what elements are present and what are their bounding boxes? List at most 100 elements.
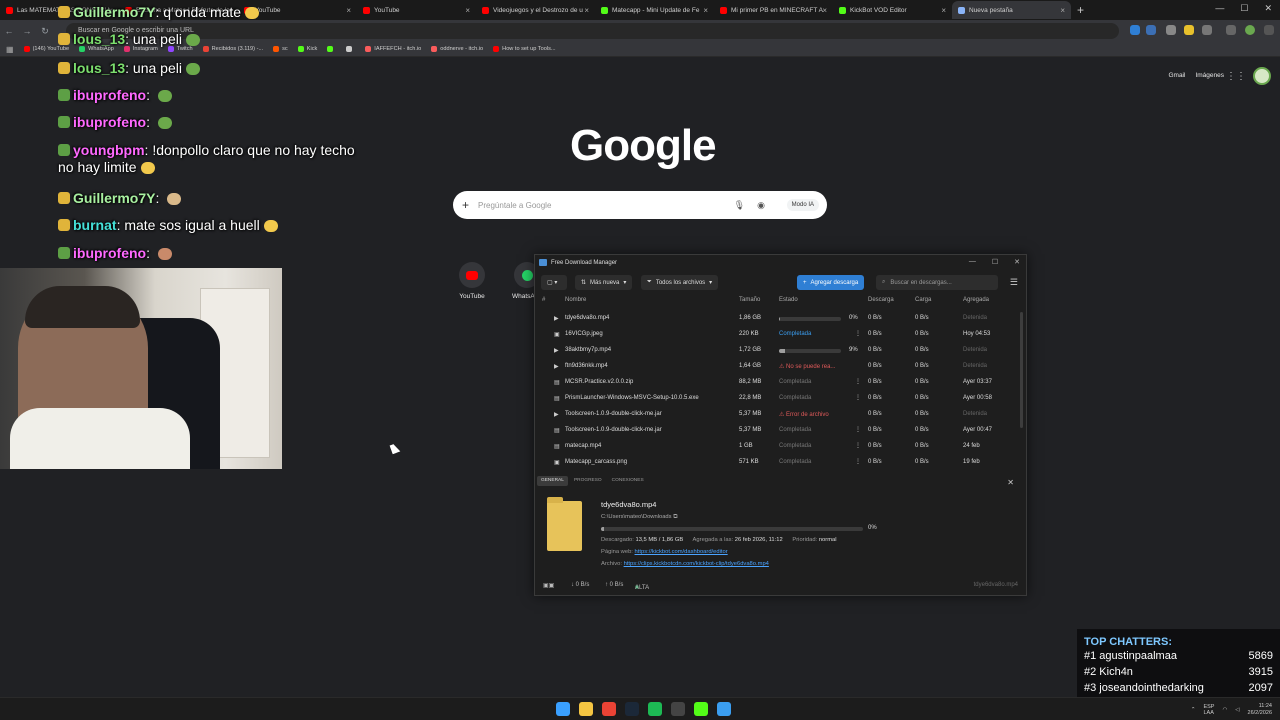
windows-icon[interactable] [556, 702, 570, 716]
download-row[interactable]: ▤ PrismLauncher-Windows-MSVC-Setup-10.0.5… [535, 391, 1026, 407]
speed-limit-icon[interactable]: ▣▣ [543, 582, 554, 589]
col-status[interactable]: Estado [779, 297, 798, 303]
wifi-icon[interactable]: ◠ [1222, 707, 1227, 713]
kick-icon[interactable] [694, 702, 708, 716]
ai-mode-button[interactable]: Modo IA [786, 199, 819, 211]
forward-icon[interactable]: → [18, 26, 36, 36]
detail-path[interactable]: C:\Users\mateo\Downloads ⧉ [601, 514, 677, 521]
minimize-icon[interactable]: — [1215, 3, 1224, 14]
close-icon[interactable]: ✕ [1264, 3, 1272, 14]
back-icon[interactable]: ← [0, 26, 18, 36]
extension-icon[interactable] [1130, 25, 1140, 35]
folder-icon[interactable] [547, 497, 582, 551]
close-icon[interactable]: ✕ [1014, 258, 1020, 266]
file-link[interactable]: https://clips.kickbotcdn.com/kickbot-cli… [624, 561, 769, 567]
browser-tab[interactable]: Nueva pestaña × [952, 1, 1071, 19]
lens-icon[interactable]: ◉ [757, 200, 765, 211]
clock[interactable]: 11:24 26/2/2026 [1248, 703, 1272, 717]
add-download-button[interactable]: + Agregar descarga [797, 275, 865, 290]
fdm-icon[interactable] [717, 702, 731, 716]
menu-icon[interactable] [1264, 25, 1274, 35]
col-added[interactable]: Agregada [963, 297, 989, 303]
bookmark-item[interactable]: IAFFEFCH - itch.io [365, 46, 421, 52]
apps-grid-icon[interactable]: ▦ [6, 45, 14, 54]
profile-icon[interactable] [1245, 25, 1255, 35]
download-row[interactable]: ▣ Matecapp_carcass.png 571 KB Completada ⋮ 0 … [535, 455, 1026, 471]
extension-icon[interactable] [1166, 25, 1176, 35]
row-menu-icon[interactable]: ⋮ [855, 426, 861, 433]
bookmark-item[interactable] [346, 46, 355, 52]
plus-icon[interactable]: + [462, 198, 469, 212]
tab-close-icon[interactable]: × [346, 6, 351, 15]
tab-close-icon[interactable]: × [822, 6, 827, 15]
new-tab-icon[interactable]: + [1077, 3, 1084, 17]
col-size[interactable]: Tamaño [739, 297, 760, 303]
col-name[interactable]: Nombre [565, 297, 586, 303]
volume-icon[interactable]: ◁ [1235, 707, 1239, 713]
explorer-icon[interactable] [579, 702, 593, 716]
tab-progress[interactable]: PROGRESO [570, 476, 606, 486]
microphone-icon[interactable]: 🎙 [734, 200, 745, 211]
bookmark-item[interactable] [327, 46, 336, 52]
search-input[interactable] [478, 200, 719, 210]
maximize-icon[interactable]: ☐ [992, 258, 998, 266]
download-row[interactable]: ▣ 16VICGp.jpeg 220 KB Completada ⋮ 0 B/s 0 B/s… [535, 327, 1026, 343]
tab-general[interactable]: GENERAL [537, 476, 568, 486]
sort-dropdown[interactable]: ⇅ Más nueva ▾ [575, 275, 633, 290]
omnibox[interactable]: Buscar en Google o escribir una URL [66, 23, 1119, 39]
browser-tab[interactable]: Videojuegos y el Destrozo de u × [476, 1, 595, 19]
tab-close-icon[interactable]: × [584, 6, 589, 15]
download-row[interactable]: ▶ tdye6dva8o.mp4 1,86 GB 0% 0 B/s 0 B/s Deteni… [535, 311, 1026, 327]
resume-icon[interactable]: ▶ [554, 315, 559, 322]
row-menu-icon[interactable]: ⋮ [855, 458, 861, 465]
minimize-icon[interactable]: — [969, 258, 976, 266]
copy-icon[interactable]: ⧉ [673, 514, 677, 520]
download-search-input[interactable]: ⌕ Buscar en descargas... [876, 275, 998, 290]
scrollbar[interactable] [1020, 312, 1023, 428]
download-row[interactable]: ▶ Toolscreen-1.0.9-double-click-me.jar 5,3… [535, 407, 1026, 423]
download-row[interactable]: ▶ ftn9d36nkk.mp4 1,64 GB ⚠ No se puede rea.… [535, 359, 1026, 375]
obs-icon[interactable] [671, 702, 685, 716]
web-link[interactable]: https://kickbot.com/dashboard/editor [635, 549, 728, 555]
bookmark-item[interactable]: Kick [297, 46, 317, 52]
resume-icon[interactable]: ▶ [554, 411, 559, 418]
select-all-checkbox[interactable]: ▢ ▾ [541, 275, 567, 290]
tab-connections[interactable]: CONEXIONES [608, 476, 648, 486]
col-upload[interactable]: Carga [915, 297, 931, 303]
steam-icon[interactable] [625, 702, 639, 716]
tab-close-icon[interactable]: × [1060, 6, 1065, 15]
images-link[interactable]: Imágenes [1195, 72, 1224, 79]
browser-tab[interactable]: KickBot VOD Editor × [833, 1, 952, 19]
hamburger-menu-icon[interactable]: ☰ [1010, 277, 1018, 288]
google-apps-icon[interactable]: ⋮⋮ [1226, 71, 1246, 82]
gmail-link[interactable]: Gmail [1168, 72, 1185, 79]
close-detail-icon[interactable]: ✕ [1003, 476, 1018, 489]
google-search-box[interactable]: + 🎙 ◉ Modo IA [453, 191, 827, 219]
reload-icon[interactable]: ↻ [36, 26, 54, 37]
chrome-icon[interactable] [602, 702, 616, 716]
bookmark-item[interactable]: oddnerve - itch.io [431, 46, 483, 52]
download-row[interactable]: ▤ Toolscreen-1.0.9-double-click-me.jar 5,3… [535, 423, 1026, 439]
browser-tab[interactable]: Mi primer PB en MINECRAFT A × [714, 1, 833, 19]
resume-icon[interactable]: ▶ [554, 363, 559, 370]
browser-tab[interactable]: Matecapp - Mini Update de Fe × [595, 1, 714, 19]
resume-icon[interactable]: ▶ [554, 347, 559, 354]
bookmark-item[interactable]: How to set up Tools... [493, 46, 556, 52]
row-menu-icon[interactable]: ⋮ [855, 330, 861, 337]
download-row[interactable]: ▶ 38aktbmy7p.mp4 1,72 GB 9% 0 B/s 0 B/s Deteni… [535, 343, 1026, 359]
bookmark-item[interactable]: Recibidos (3.119) -... [202, 46, 263, 52]
col-download[interactable]: Descarga [868, 297, 894, 303]
download-row[interactable]: ▤ matecap.mp4 1 GB Completada ⋮ 0 B/s 0 B/s 24 … [535, 439, 1026, 455]
extension-icon[interactable] [1146, 25, 1156, 35]
puzzle-icon[interactable] [1202, 25, 1212, 35]
download-row[interactable]: ▤ MCSR.Practice.v2.0.0.zip 88,2 MB Completa… [535, 375, 1026, 391]
col-num[interactable]: # [542, 297, 545, 303]
row-menu-icon[interactable]: ⋮ [855, 378, 861, 385]
row-menu-icon[interactable]: ⋮ [855, 394, 861, 401]
maximize-icon[interactable]: ☐ [1240, 3, 1248, 14]
browser-tab[interactable]: YouTube × [357, 1, 476, 19]
row-menu-icon[interactable]: ⋮ [855, 442, 861, 449]
avatar[interactable] [1253, 67, 1271, 85]
language-indicator[interactable]: ESP LAA [1203, 704, 1214, 716]
tab-close-icon[interactable]: × [941, 6, 946, 15]
